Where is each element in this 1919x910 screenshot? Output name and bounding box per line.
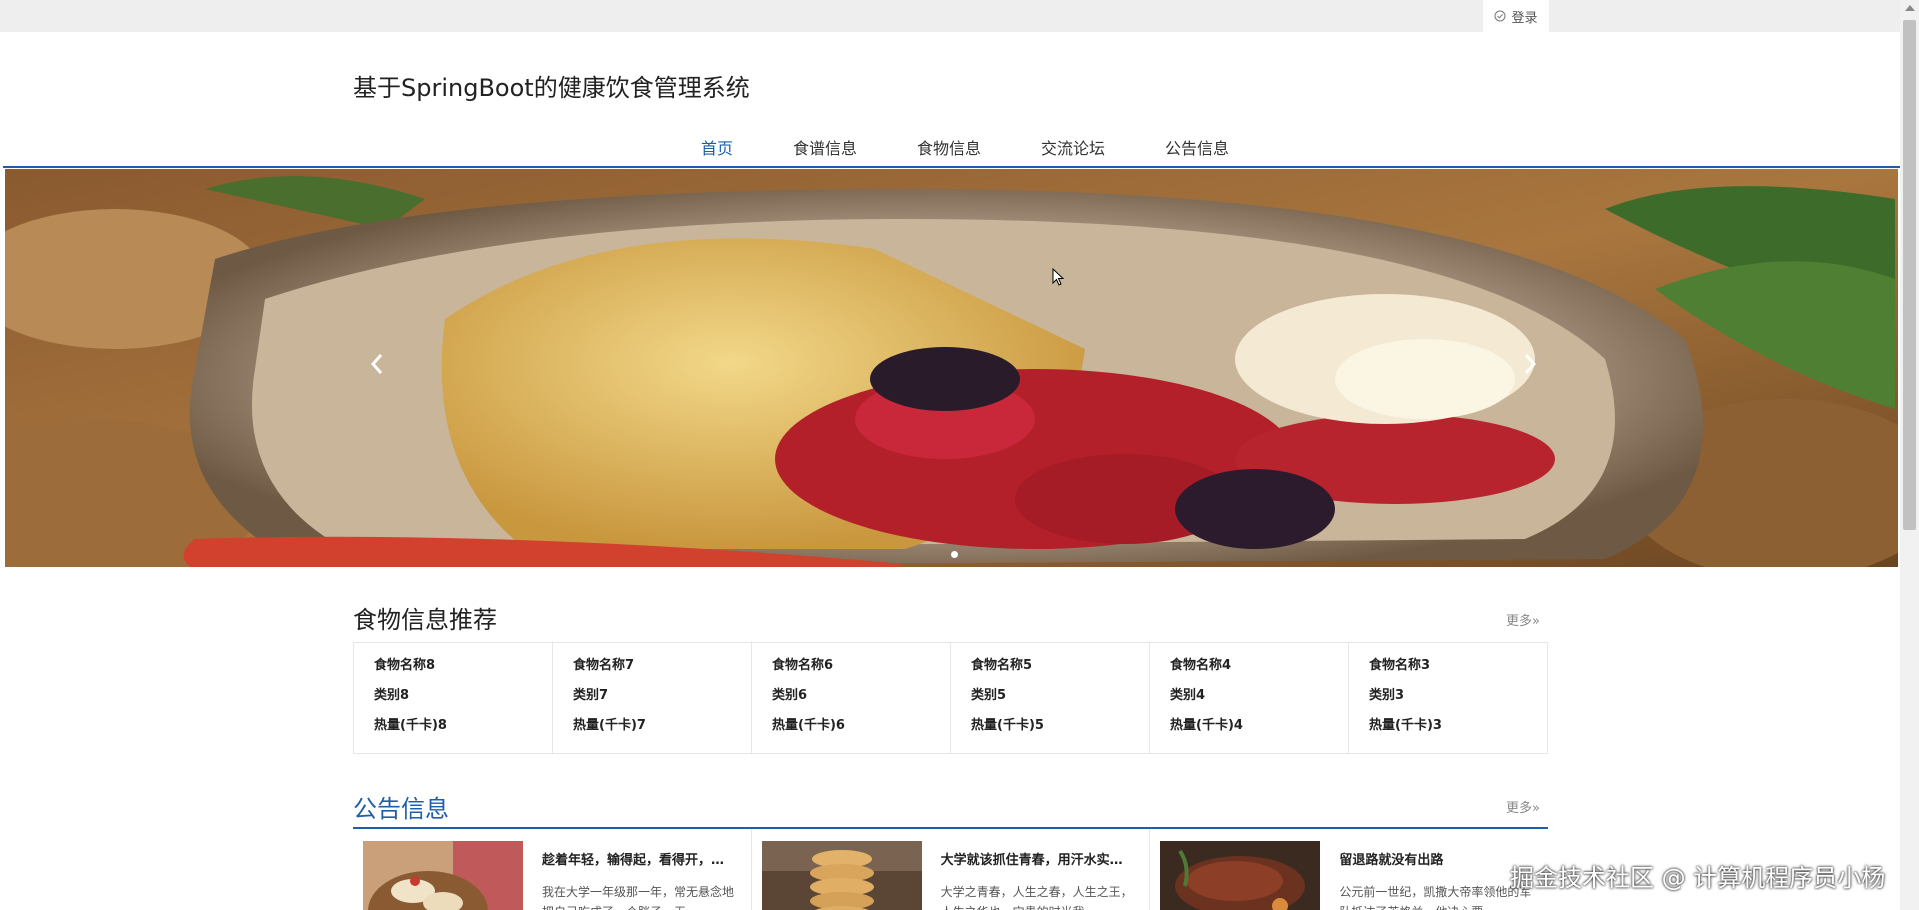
nav-item-forum[interactable]: 交流论坛 [1011,135,1135,159]
notice-list: 趁着年轻，输得起，看得开，… 我在大学一年级那一年，常无悬念地把自己吃成了一个胖… [353,829,1548,910]
notice-thumbnail [761,841,922,910]
notice-item[interactable]: 大学就该抓住青春，用汗水实… 大学之青春，人生之春，人生之王，人生之华也。宝贵的… [752,829,1151,910]
notice-title: 趁着年轻，输得起，看得开，… [542,853,725,868]
carousel-prev-button[interactable] [362,349,392,379]
food-recommend-grid: 食物名称8 类别8 热量(千卡)8 食物名称7 类别7 热量(千卡)7 食物名称… [353,642,1548,754]
chevron-right-icon [1524,354,1537,374]
notice-more-link[interactable]: 更多» [1506,797,1540,816]
nav-item-foods[interactable]: 食物信息 [887,135,1011,159]
banner-carousel[interactable] [5,169,1898,567]
food-name: 食物名称8 [374,658,436,673]
food-calories: 热量(千卡)4 [1170,718,1243,733]
site-title: 基于SpringBoot的健康饮食管理系统 [353,74,750,102]
scrollbar[interactable] [1900,0,1919,910]
food-section-title: 食物信息推荐 [353,606,497,634]
food-card[interactable]: 食物名称8 类别8 热量(千卡)8 [354,643,553,753]
site-header: 基于SpringBoot的健康饮食管理系统 首页 食谱信息 食物信息 交流论坛 … [0,32,1900,168]
check-circle-icon [1494,10,1506,22]
notice-thumbnail [1160,841,1321,910]
notice-title: 留退路就没有出路 [1339,853,1444,868]
food-calories: 热量(千卡)3 [1369,718,1442,733]
food-more-link[interactable]: 更多» [1506,610,1540,629]
notice-item[interactable]: 留退路就没有出路 公元前一世纪，凯撒大帝率领他的军队抵达了英格兰，他决心要 [1150,829,1548,910]
food-category: 类别7 [573,688,609,703]
food-card[interactable]: 食物名称7 类别7 热量(千卡)7 [553,643,752,753]
nav-divider [3,166,1900,168]
food-calories: 热量(千卡)6 [772,718,845,733]
food-calories: 热量(千卡)5 [971,718,1044,733]
food-category: 类别6 [772,688,808,703]
scroll-up-icon[interactable] [1905,5,1915,11]
login-label: 登录 [1511,10,1538,26]
carousel-indicators [951,551,958,558]
banner-image [5,169,1898,567]
nav-item-recipes[interactable]: 食谱信息 [763,135,887,159]
notice-summary: 我在大学一年级那一年，常无悬念地把自己吃成了一个胖子。无 [542,885,735,910]
main-nav: 首页 食谱信息 食物信息 交流论坛 公告信息 [0,135,1900,159]
chevron-left-icon [370,354,383,374]
food-name: 食物名称6 [772,658,834,673]
food-name: 食物名称3 [1369,658,1431,673]
food-name: 食物名称5 [971,658,1033,673]
notice-summary: 公元前一世纪，凯撒大帝率领他的军队抵达了英格兰，他决心要 [1339,885,1532,910]
food-category: 类别5 [971,688,1007,703]
scrollbar-thumb[interactable] [1903,20,1916,530]
food-card[interactable]: 食物名称3 类别3 热量(千卡)3 [1349,643,1547,753]
notice-thumbnail [363,841,523,910]
food-category: 类别8 [374,688,410,703]
food-card[interactable]: 食物名称6 类别6 热量(千卡)6 [752,643,951,753]
notice-section-title: 公告信息 [353,795,449,823]
food-calories: 热量(千卡)7 [573,718,646,733]
nav-item-notices[interactable]: 公告信息 [1135,135,1259,159]
food-name: 食物名称4 [1170,658,1232,673]
food-card[interactable]: 食物名称4 类别4 热量(千卡)4 [1150,643,1349,753]
mouse-cursor-icon [1052,268,1064,286]
carousel-next-button[interactable] [1515,349,1545,379]
food-category: 类别3 [1369,688,1405,703]
notice-item[interactable]: 趁着年轻，输得起，看得开，… 我在大学一年级那一年，常无悬念地把自己吃成了一个胖… [353,829,752,910]
food-calories: 热量(千卡)8 [374,718,447,733]
top-bar: 登录 [0,0,1900,32]
carousel-dot[interactable] [951,551,958,558]
food-category: 类别4 [1170,688,1206,703]
login-button[interactable]: 登录 [1483,0,1549,32]
food-name: 食物名称7 [573,658,635,673]
food-card[interactable]: 食物名称5 类别5 热量(千卡)5 [951,643,1150,753]
watermark: 掘金技术社区 @ 计算机程序员小杨 [1510,864,1886,892]
notice-summary: 大学之青春，人生之春，人生之王，人生之华也。宝贵的时光我 [940,885,1133,910]
nav-item-home[interactable]: 首页 [671,135,763,159]
notice-title: 大学就该抓住青春，用汗水实… [940,853,1123,868]
